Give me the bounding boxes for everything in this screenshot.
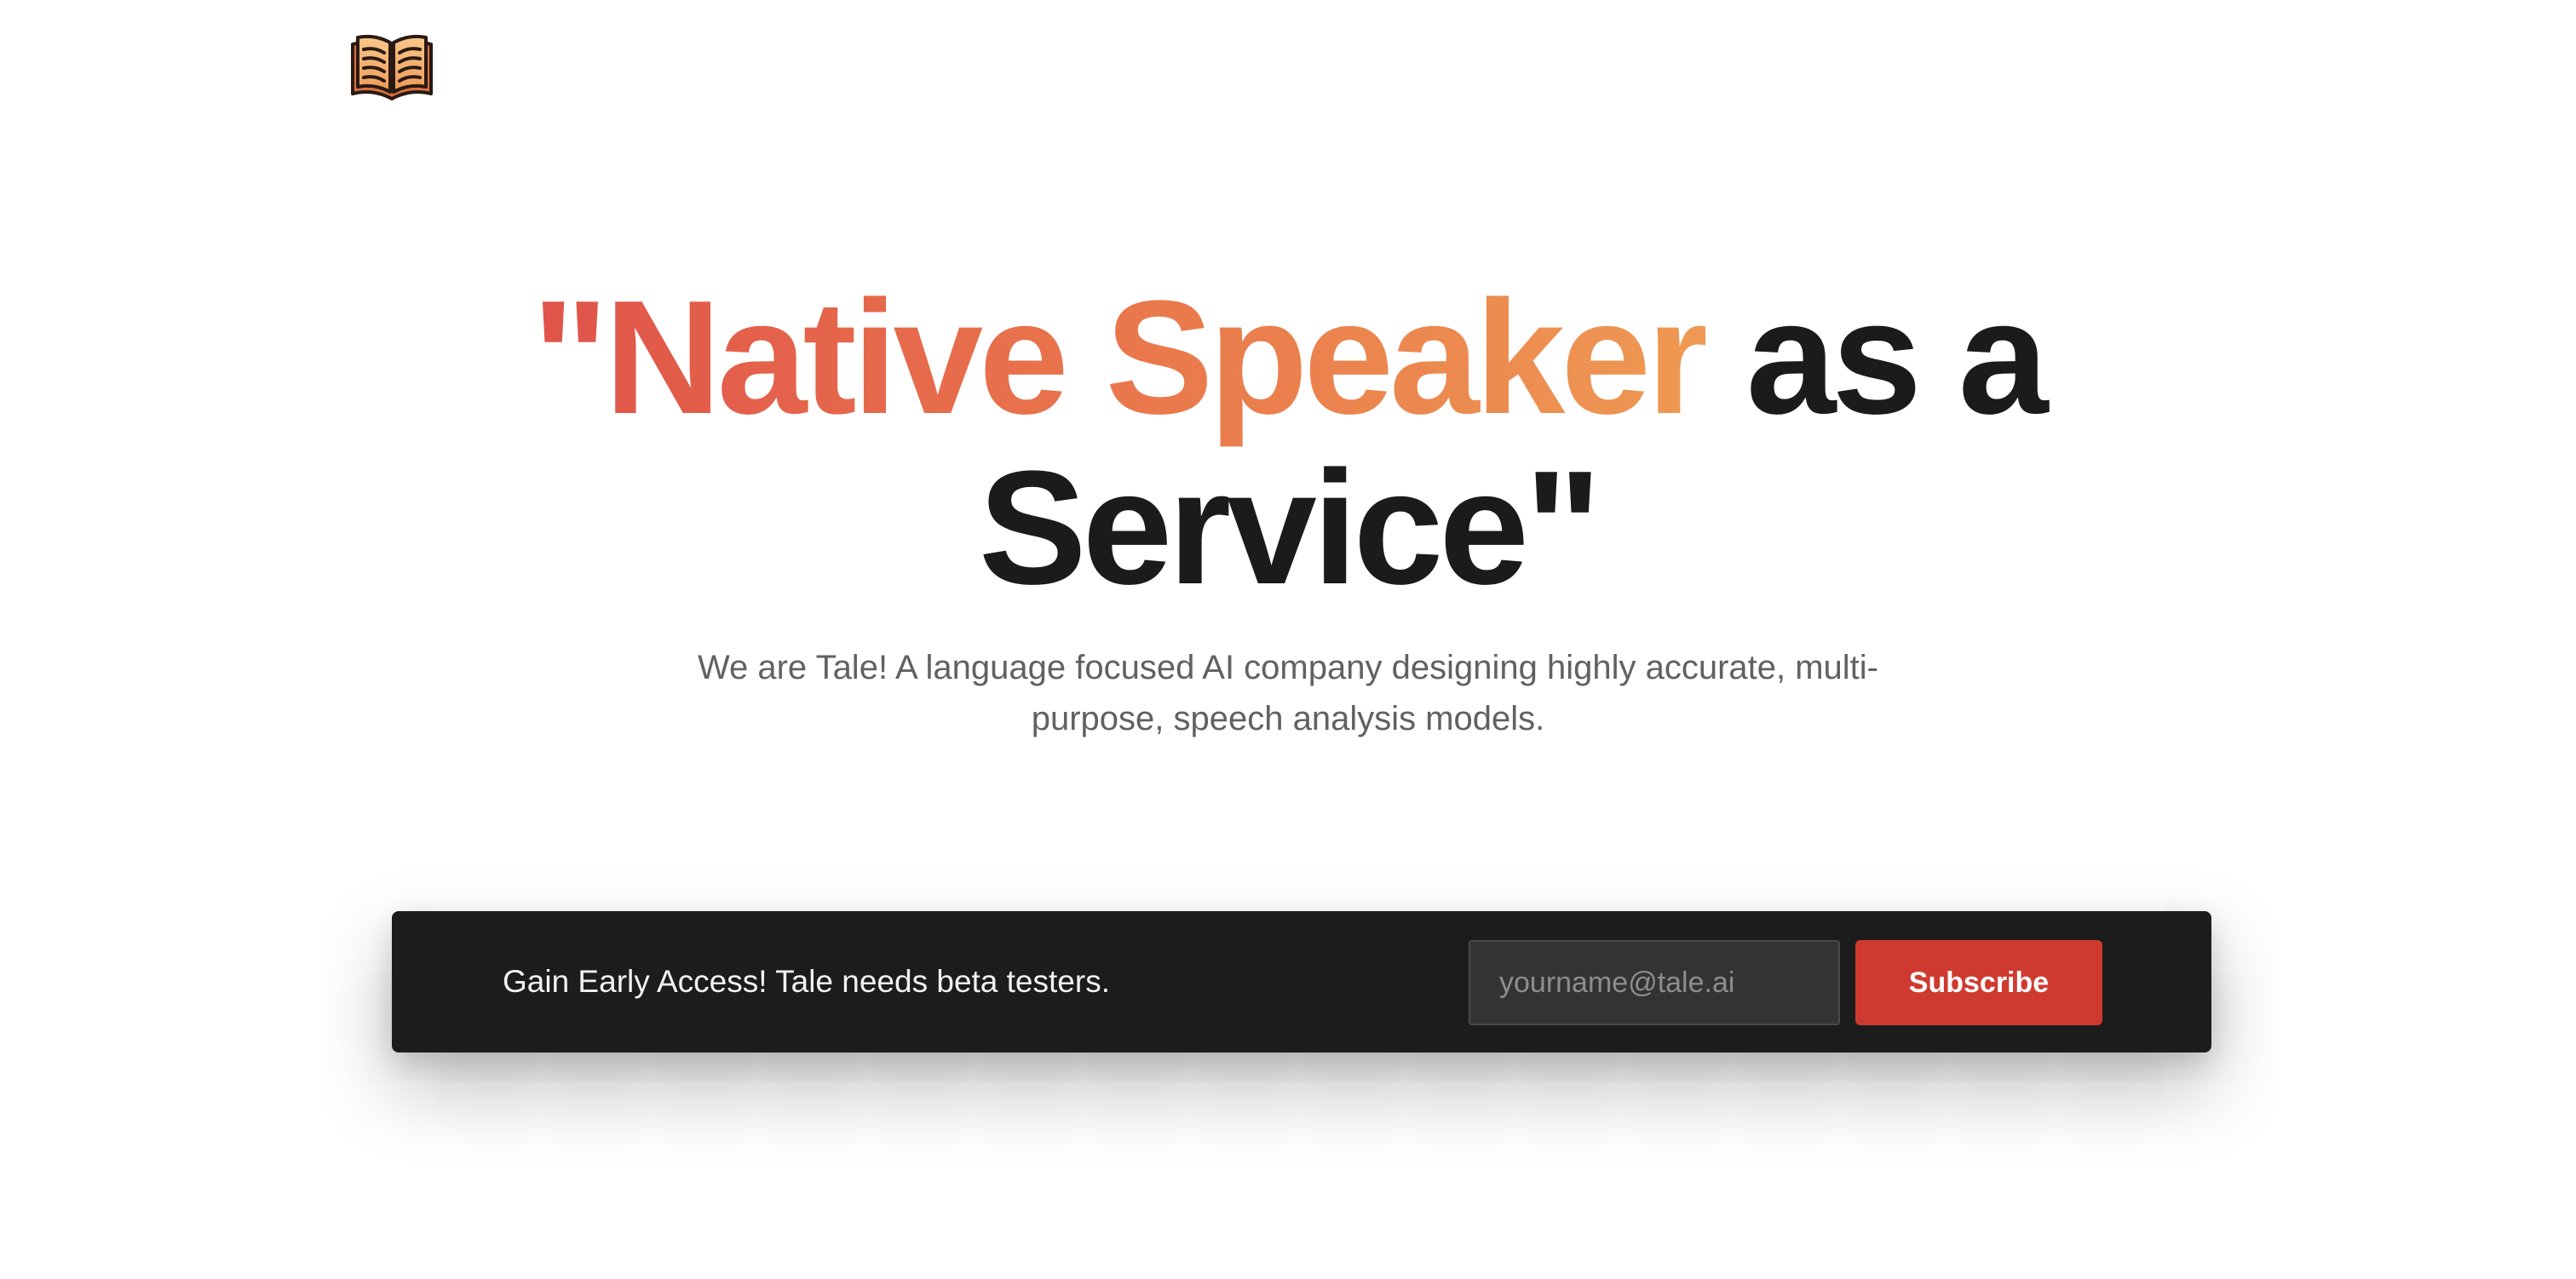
headline-gradient-text: "Native Speaker	[532, 267, 1710, 448]
early-access-text: Gain Early Access! Tale needs beta teste…	[503, 964, 1110, 999]
headline-text-line2: Service"	[978, 438, 1601, 618]
hero-subtitle: We are Tale! A language focused AI compa…	[697, 649, 1879, 737]
open-book-icon[interactable]	[349, 31, 434, 104]
early-access-bar: Gain Early Access! Tale needs beta teste…	[392, 911, 2211, 1052]
headline-text-line1: as a	[1705, 267, 2049, 448]
subscribe-button[interactable]: Subscribe	[1855, 940, 2102, 1025]
email-input[interactable]	[1469, 940, 1840, 1025]
hero-headline: "Native Speaker as a Service"	[0, 272, 2576, 613]
hero-section: "Native Speaker as a Service" We are Tale…	[0, 272, 2576, 744]
landing-page: "Native Speaker as a Service" We are Tale…	[0, 0, 2576, 1279]
